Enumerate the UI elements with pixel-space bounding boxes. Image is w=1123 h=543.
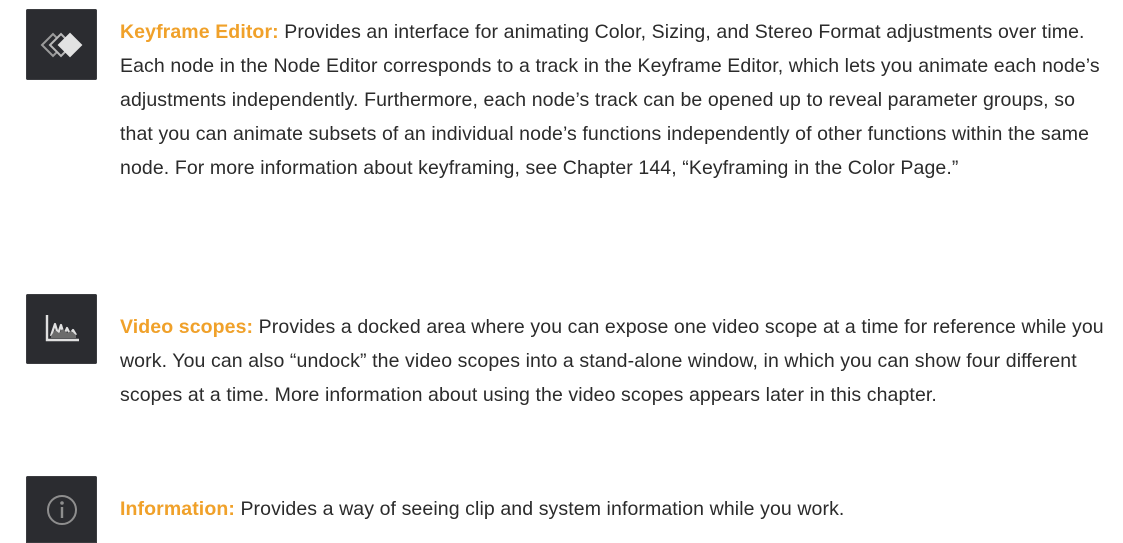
description-text: Provides a way of seeing clip and system… — [234, 498, 845, 520]
term-label: Keyframe Editor: — [120, 21, 279, 43]
entry-video-scopes-text: Video scopes: Provides a docked area whe… — [120, 310, 1110, 412]
term-label: Video scopes: — [120, 316, 254, 338]
keyframe-diamonds-icon — [40, 32, 82, 57]
keyframe-editor-button[interactable] — [26, 9, 97, 80]
video-scopes-button[interactable] — [26, 294, 97, 364]
entry-information-text: Information: Provides a way of seeing cl… — [120, 492, 1110, 526]
info-circle-icon — [46, 494, 77, 525]
description-text: Provides a docked area where you can exp… — [120, 316, 1104, 406]
document-page: Keyframe Editor: Provides an interface f… — [0, 0, 1123, 543]
information-button[interactable] — [26, 476, 97, 543]
waveform-scope-icon — [45, 315, 79, 342]
term-label: Information: — [120, 498, 235, 520]
entry-keyframe-editor-text: Keyframe Editor: Provides an interface f… — [120, 15, 1110, 185]
description-text: Provides an interface for animating Colo… — [120, 21, 1100, 179]
